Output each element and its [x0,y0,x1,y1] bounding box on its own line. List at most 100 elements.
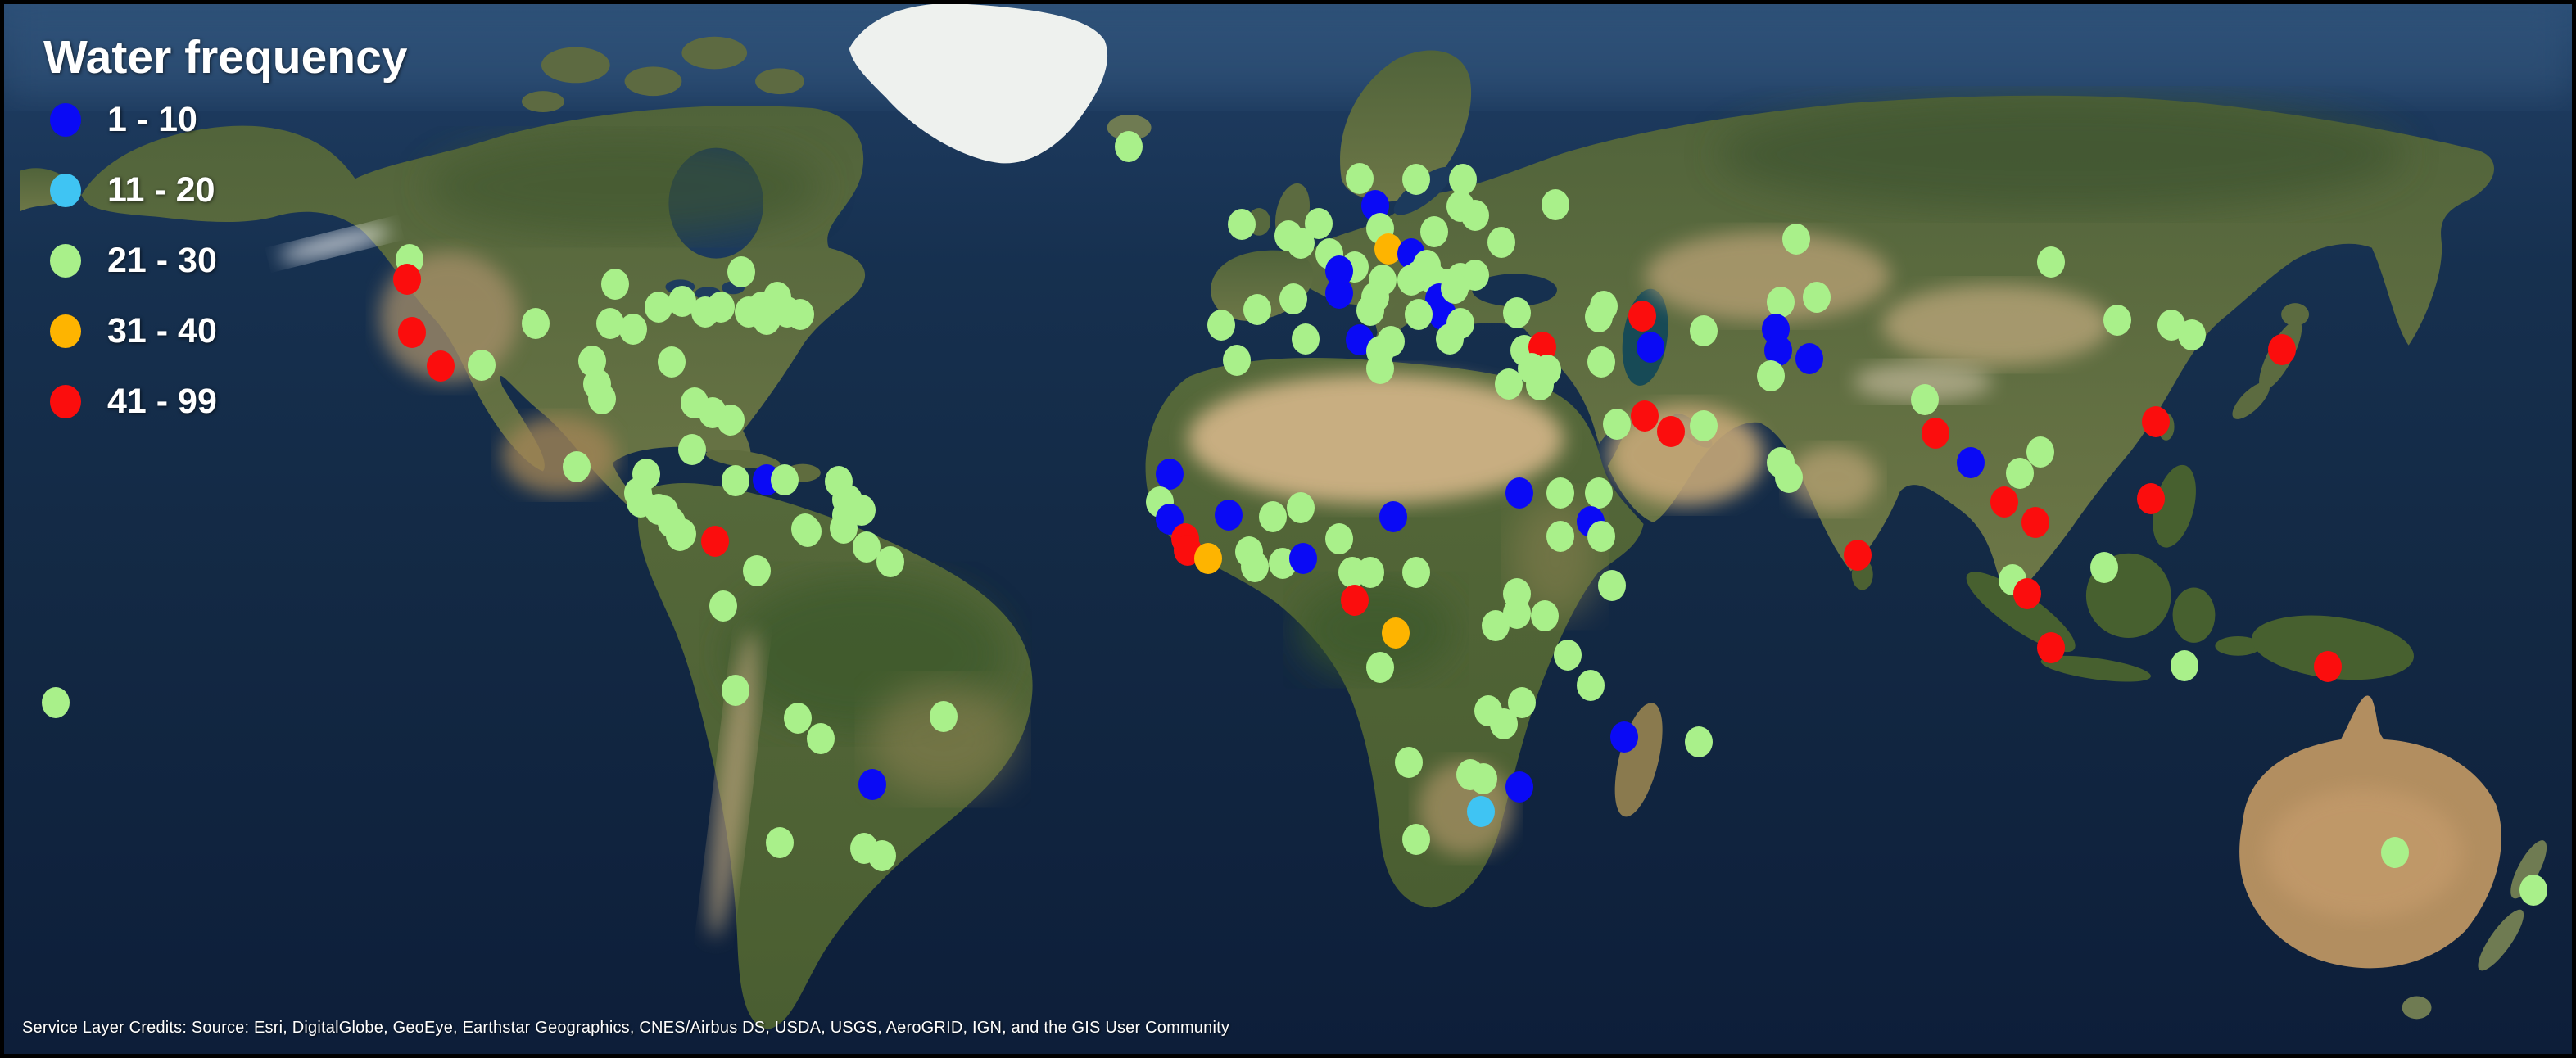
map-point[interactable] [1341,585,1369,616]
map-point[interactable] [1305,208,1333,239]
map-point[interactable] [668,518,696,549]
map-point[interactable] [2142,406,2170,437]
map-point[interactable] [1577,670,1605,701]
map-point[interactable] [1844,540,1872,571]
map-point[interactable] [1289,543,1317,574]
map-point[interactable] [1542,189,1569,220]
map-point[interactable] [1228,209,1256,240]
map-point[interactable] [1990,486,2018,518]
map-point[interactable] [1585,301,1613,332]
map-point[interactable] [701,526,729,557]
map-point[interactable] [1782,224,1810,255]
map-point[interactable] [1207,310,1235,341]
map-point[interactable] [835,485,862,516]
map-point[interactable] [1911,384,1939,415]
map-point[interactable] [1637,332,1664,363]
map-point[interactable] [707,292,735,323]
map-point[interactable] [678,434,706,465]
map-point[interactable] [1325,523,1353,554]
map-point[interactable] [1346,163,1374,194]
map-point[interactable] [1495,368,1523,400]
map-point[interactable] [2103,305,2131,336]
map-point[interactable] [619,314,647,345]
map-point[interactable] [722,465,749,496]
map-point[interactable] [1469,763,1497,794]
map-point[interactable] [2171,650,2198,681]
map-point[interactable] [1757,360,1785,391]
map-point[interactable] [2381,837,2409,868]
map-point[interactable] [1420,216,1448,247]
map-point[interactable] [1223,345,1251,376]
map-point[interactable] [1795,343,1823,374]
map-point[interactable] [2090,552,2118,583]
map-point[interactable] [1657,416,1685,447]
map-point[interactable] [1366,353,1394,384]
map-point[interactable] [1922,418,1949,449]
map-point[interactable] [868,840,896,871]
map-point[interactable] [1377,326,1405,357]
map-point[interactable] [1287,492,1315,523]
map-point[interactable] [2268,334,2296,365]
map-point[interactable] [2519,875,2547,906]
map-point[interactable] [727,256,755,287]
map-point[interactable] [2006,458,2034,489]
map-point[interactable] [468,350,496,381]
map-point[interactable] [601,269,629,300]
map-point[interactable] [1690,315,1718,346]
map-point[interactable] [791,513,819,545]
map-point[interactable] [807,723,835,754]
map-point[interactable] [717,405,745,436]
map-point[interactable] [2137,483,2165,514]
map-point[interactable] [658,346,686,378]
map-point[interactable] [1546,477,1574,509]
map-point[interactable] [42,687,70,718]
map-point[interactable] [1356,557,1384,588]
map-point[interactable] [427,350,455,382]
map-point[interactable] [522,308,550,339]
map-point[interactable] [1461,200,1489,231]
map-point[interactable] [1259,501,1287,532]
map-point[interactable] [1546,521,1574,552]
map-point[interactable] [1436,323,1464,355]
map-point[interactable] [588,383,616,414]
map-point[interactable] [1402,164,1430,195]
map-point[interactable] [1279,283,1307,314]
map-point[interactable] [1194,543,1222,574]
map-point[interactable] [1587,521,1615,552]
map-point[interactable] [1487,227,1515,258]
map-point[interactable] [2037,246,2065,278]
map-point[interactable] [1405,299,1433,330]
map-point[interactable] [876,546,904,577]
map-point[interactable] [784,703,812,734]
map-point[interactable] [1402,557,1430,588]
map-point[interactable] [1628,301,1656,332]
map-point[interactable] [1382,617,1410,649]
map-point[interactable] [1685,726,1713,757]
map-point[interactable] [2037,632,2065,663]
map-point[interactable] [1767,287,1795,318]
map-point[interactable] [1215,500,1243,531]
map-point[interactable] [1467,796,1495,827]
map-point[interactable] [1395,747,1423,778]
map-point[interactable] [2021,507,2049,538]
map-point[interactable] [1292,323,1320,355]
map-point[interactable] [1505,771,1533,803]
map-point[interactable] [2013,578,2041,609]
map-point[interactable] [1441,273,1469,304]
map-point[interactable] [1554,640,1582,671]
map-point[interactable] [858,769,886,800]
map-point[interactable] [1775,462,1803,493]
map-point[interactable] [1526,369,1554,400]
map-point[interactable] [771,464,799,495]
map-point[interactable] [1505,477,1533,509]
map-point[interactable] [2314,651,2342,682]
map-point[interactable] [1379,501,1407,532]
map-point[interactable] [1325,278,1353,309]
map-point[interactable] [1241,551,1269,582]
map-point[interactable] [766,827,794,858]
map-point[interactable] [1356,295,1384,326]
map-point[interactable] [1243,294,1271,325]
map-point[interactable] [930,701,958,732]
map-point[interactable] [1631,400,1659,432]
map-point[interactable] [1587,346,1615,378]
